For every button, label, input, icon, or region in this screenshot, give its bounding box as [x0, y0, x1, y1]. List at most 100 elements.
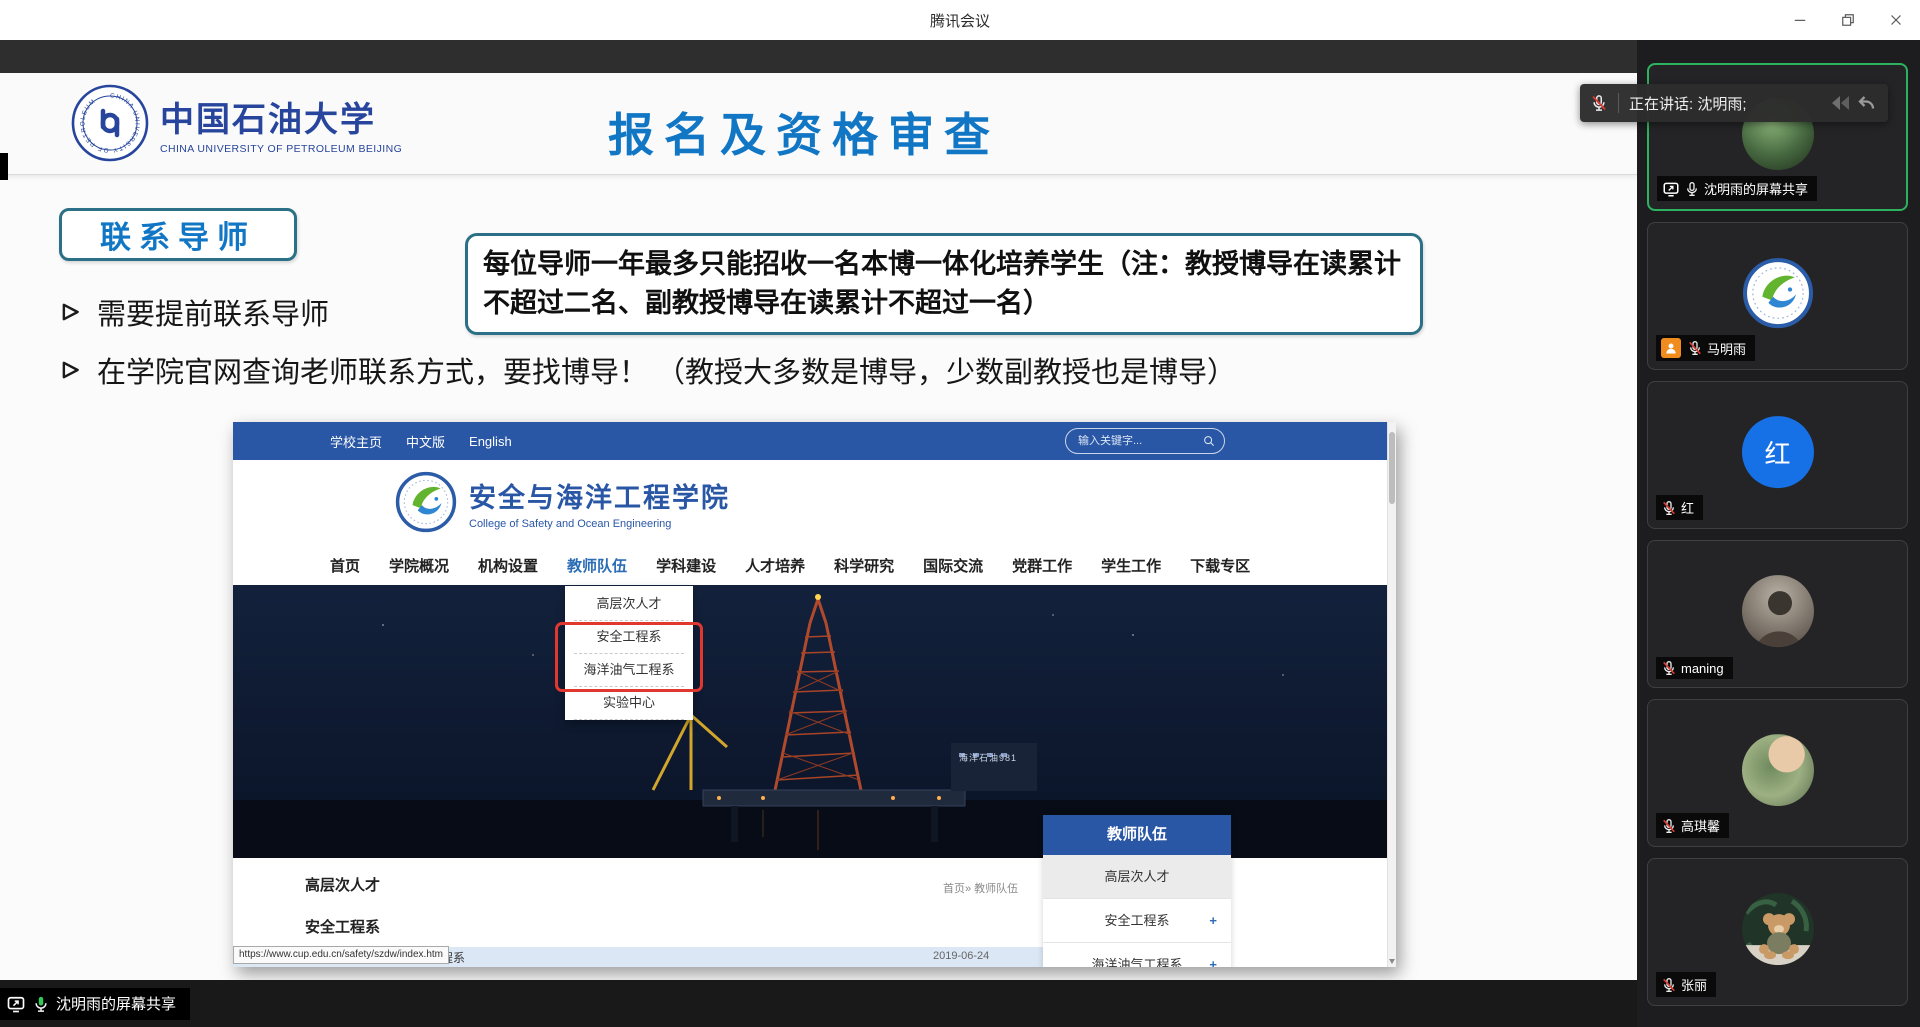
website-screenshot: 学校主页 中文版 English 安全与海洋工程学院 College of Sa…	[233, 422, 1396, 967]
rewind-icon[interactable]	[1828, 91, 1852, 115]
mic-muted-icon	[1661, 977, 1677, 993]
speaking-label: 正在讲话: 沈明雨;	[1629, 93, 1747, 114]
nav-item-students[interactable]: 学生工作	[1101, 555, 1161, 576]
nav-item-discipline[interactable]: 学科建设	[656, 555, 716, 576]
college-name-en: College of Safety and Ocean Engineering	[469, 518, 730, 530]
side-menu-item-label: 海洋油气工程系	[1091, 957, 1182, 967]
avatar	[1742, 575, 1814, 647]
participant-tile[interactable]: 马明雨	[1647, 222, 1908, 370]
row-date: 2019-06-24	[933, 950, 989, 962]
site-search-box[interactable]	[1065, 428, 1225, 454]
nav-item-international[interactable]: 国际交流	[923, 555, 983, 576]
restore-button[interactable]	[1824, 0, 1872, 40]
banner-actions	[1828, 91, 1878, 115]
university-name: 中国石油大学 CHINA UNIVERSITY OF PETROLEUM BEI…	[160, 92, 402, 155]
window-titlebar: 腾讯会议	[0, 0, 1920, 40]
portrait-silhouette	[1742, 575, 1814, 647]
participant-label: 张丽	[1656, 972, 1716, 997]
nav-item-orgs[interactable]: 机构设置	[478, 555, 538, 576]
bullet-text: 在学院官网查询老师联系方式，要找博导！ （教授大多数是博导，少数副教授也是博导）	[97, 349, 1236, 391]
screen-share-icon	[1662, 180, 1680, 198]
nav-item-talent[interactable]: 人才培养	[745, 555, 805, 576]
contact-advisor-tag: 联系导师	[59, 208, 297, 261]
participant-name: 沈明雨的屏幕共享	[1704, 179, 1808, 198]
close-button[interactable]	[1872, 0, 1920, 40]
university-seal-icon: CHINA UNIVERSITY OF PETROLEUM	[70, 83, 150, 163]
topbar-link-school-home[interactable]: 学校主页	[330, 432, 382, 451]
side-menu-item-label: 安全工程系	[1104, 913, 1169, 928]
nav-item-party[interactable]: 党群工作	[1012, 555, 1072, 576]
site-logo-band: 安全与海洋工程学院 College of Safety and Ocean En…	[233, 460, 1396, 545]
breadcrumb[interactable]: 首页» 教师队伍	[943, 880, 1018, 896]
arrow-bullet-icon	[60, 301, 82, 323]
content-heading: 安全工程系	[305, 916, 380, 937]
host-badge-icon	[1661, 338, 1681, 358]
rig-name-label: 海洋石油981	[959, 751, 1017, 764]
highlight-red-box	[555, 622, 703, 692]
nav-item-home[interactable]: 首页	[330, 555, 360, 576]
participant-label: 红	[1656, 495, 1703, 520]
nav-item-overview[interactable]: 学院概况	[389, 555, 449, 576]
bullet-item: 需要提前联系导师	[60, 291, 329, 333]
nav-item-research[interactable]: 科学研究	[834, 555, 894, 576]
mic-muted-icon	[1661, 500, 1677, 516]
slide-header: CHINA UNIVERSITY OF PETROLEUM 中国石油大学 CHI…	[0, 73, 1637, 175]
participant-tile[interactable]: maning	[1647, 540, 1908, 688]
nav-item-faculty[interactable]: 教师队伍	[567, 555, 627, 576]
search-icon	[1202, 434, 1216, 448]
participant-tile[interactable]: 红 红	[1647, 381, 1908, 529]
nav-item-downloads[interactable]: 下载专区	[1190, 555, 1250, 576]
tencent-meeting-window: 腾讯会议 CHINA UNIVERSITY OF PET	[0, 0, 1920, 1027]
participant-name: 高琪馨	[1681, 816, 1720, 835]
participant-tile[interactable]: 高琪馨	[1647, 699, 1908, 847]
shared-screen-region: CHINA UNIVERSITY OF PETROLEUM 中国石油大学 CHI…	[0, 40, 1637, 1027]
mic-icon	[1684, 181, 1700, 197]
site-nav: 首页 学院概况 机构设置 教师队伍 学科建设 人才培养 科学研究 国际交流 党群…	[233, 545, 1396, 585]
college-name: 安全与海洋工程学院 College of Safety and Ocean En…	[469, 476, 730, 530]
participant-name: maning	[1681, 661, 1724, 676]
person-icon	[1664, 341, 1678, 355]
mic-muted-icon	[1687, 340, 1703, 356]
bottom-bar: 沈明雨的屏幕共享	[0, 980, 1637, 1027]
undo-arrow-icon[interactable]	[1854, 91, 1878, 115]
avatar	[1742, 734, 1814, 806]
close-icon	[1887, 11, 1905, 29]
mic-muted-icon	[1661, 660, 1677, 676]
site-scrollbar[interactable]	[1387, 422, 1396, 967]
participant-label: 马明雨	[1656, 335, 1755, 361]
participant-label: maning	[1656, 657, 1733, 679]
search-input[interactable]	[1078, 435, 1202, 447]
edge-notch	[0, 153, 8, 180]
screen-share-status: 沈明雨的屏幕共享	[0, 988, 190, 1020]
speaking-banner: 正在讲话: 沈明雨;	[1580, 84, 1888, 122]
quota-note-box: 每位导师一年最多只能招收一名本博一体化培养学生（注：教授博导在读累计不超过二名、…	[465, 233, 1423, 335]
slide-title: 报名及资格审查	[608, 99, 1000, 165]
window-controls	[1776, 0, 1920, 40]
mic-active-icon	[32, 995, 50, 1013]
side-menu-item-offshore[interactable]: 海洋油气工程系 +	[1043, 943, 1231, 967]
participant-name: 张丽	[1681, 975, 1707, 994]
screen-share-icon	[6, 994, 26, 1014]
participant-name: 马明雨	[1707, 339, 1746, 358]
participant-label: 沈明雨的屏幕共享	[1657, 176, 1817, 201]
scrollbar-thumb[interactable]	[1389, 432, 1395, 504]
avatar-teddy-bear	[1742, 893, 1814, 965]
dropdown-item-high-level[interactable]: 高层次人才	[574, 588, 684, 621]
plus-icon[interactable]: +	[1209, 899, 1217, 943]
screen-top-strip	[0, 40, 1637, 73]
topbar-link-english[interactable]: English	[469, 434, 512, 449]
scrollbar-down-arrow-icon[interactable]	[1389, 959, 1395, 964]
topbar-link-chinese[interactable]: 中文版	[406, 432, 445, 451]
content-heading: 高层次人才	[305, 874, 380, 895]
plus-icon[interactable]: +	[1209, 943, 1217, 967]
window-title: 腾讯会议	[0, 10, 1920, 31]
university-logo: CHINA UNIVERSITY OF PETROLEUM 中国石油大学 CHI…	[70, 83, 402, 163]
screen-share-label: 沈明雨的屏幕共享	[56, 993, 176, 1014]
college-logo-icon	[395, 471, 457, 533]
minimize-button[interactable]	[1776, 0, 1824, 40]
side-menu-item-safety[interactable]: 安全工程系 +	[1043, 899, 1231, 943]
side-menu-item-high-level[interactable]: 高层次人才	[1043, 855, 1231, 899]
minimize-icon	[1791, 11, 1809, 29]
participant-tile[interactable]: 张丽	[1647, 858, 1908, 1006]
bullet-item: 在学院官网查询老师联系方式，要找博导！ （教授大多数是博导，少数副教授也是博导）	[60, 349, 1236, 391]
